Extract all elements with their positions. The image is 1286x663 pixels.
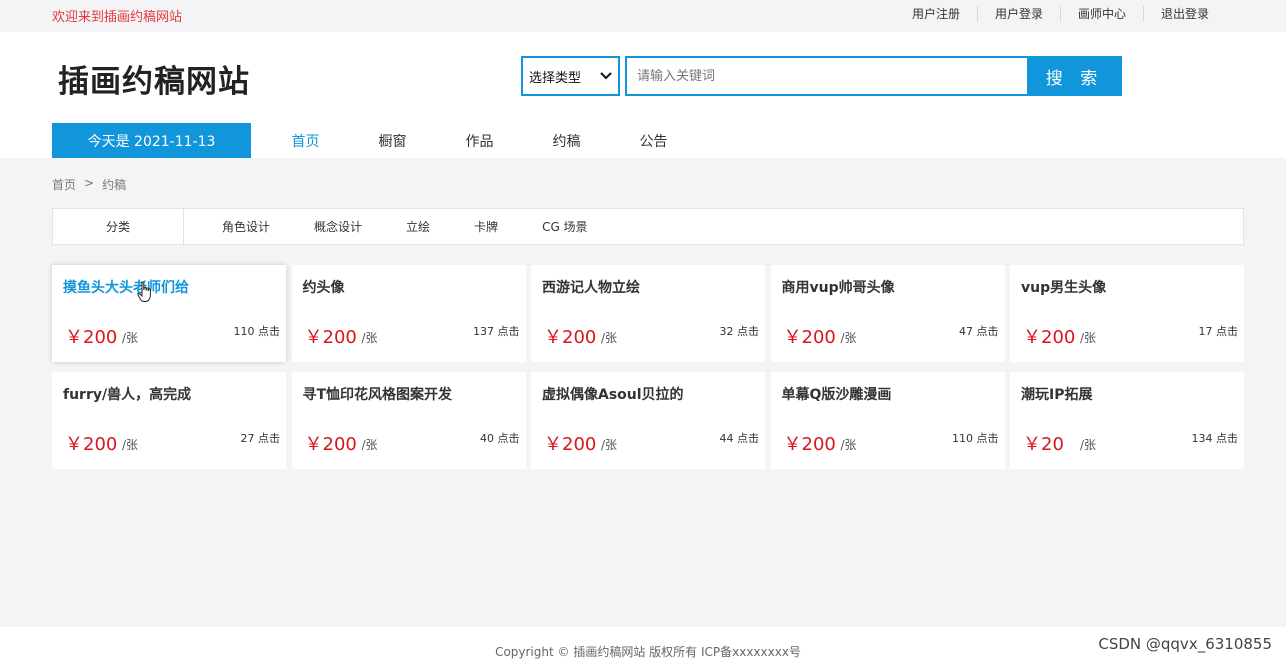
card-title[interactable]: 摸鱼头大头老师们给	[63, 277, 189, 297]
card-unit: /张	[840, 438, 857, 452]
card-title[interactable]: 寻T恤印花风格图案开发	[303, 384, 453, 404]
search-input[interactable]	[637, 68, 1018, 84]
card-price: ￥200	[65, 327, 118, 348]
card-price: ￥200	[783, 434, 836, 455]
commission-card[interactable]: 寻T恤印花风格图案开发 ￥200 /张 40 点击	[291, 372, 526, 469]
category-title: 分类	[53, 209, 184, 244]
nav-item-showcase[interactable]: 橱窗	[349, 123, 436, 158]
commission-card[interactable]: 西游记人物立绘 ￥200 /张 32 点击	[531, 265, 765, 362]
commission-card[interactable]: furry/兽人，高完成 ￥200 /张 27 点击	[52, 372, 286, 469]
category-bar: 分类 角色设计 概念设计 立绘 卡牌 CG 场景	[52, 208, 1244, 245]
card-title[interactable]: 约头像	[303, 277, 345, 297]
card-unit: /张	[122, 438, 139, 452]
nav-item-commission[interactable]: 约稿	[523, 123, 610, 158]
category-concept-design[interactable]: 概念设计	[314, 218, 362, 235]
nav-item-announcement[interactable]: 公告	[610, 123, 697, 158]
card-clicks: 40 点击	[480, 432, 520, 445]
card-unit: /张	[361, 331, 378, 345]
card-clicks: 44 点击	[719, 432, 760, 445]
type-select-value: 选择类型	[529, 70, 582, 86]
card-clicks: 47 点击	[959, 325, 999, 338]
chevron-down-icon	[600, 69, 612, 83]
header: 插画约稿网站 选择类型 搜 索 今天是 2021-11-13 首页 橱窗 作品 …	[0, 32, 1286, 158]
csdn-watermark: CSDN @qqvx_6310855	[1098, 635, 1272, 653]
card-title[interactable]: 商用vup帅哥头像	[782, 277, 895, 297]
site-logo[interactable]: 插画约稿网站	[58, 56, 250, 101]
nav-item-home[interactable]: 首页	[262, 123, 349, 158]
category-illustration[interactable]: 立绘	[406, 218, 430, 235]
commission-grid: 摸鱼头大头老师们给 ￥200 /张 110 点击 约头像 ￥200 /张 137…	[52, 265, 1244, 469]
card-title[interactable]: 潮玩IP拓展	[1021, 384, 1092, 404]
card-price: ￥200	[1023, 327, 1076, 348]
login-link[interactable]: 用户登录	[976, 6, 1060, 22]
card-unit: /张	[601, 331, 618, 345]
category-card[interactable]: 卡牌	[474, 218, 498, 235]
search-box	[625, 56, 1028, 96]
breadcrumb: 首页 > 约稿	[52, 176, 126, 193]
footer: Copyright © 插画约稿网站 版权所有 ICP备xxxxxxxx号 CS…	[0, 627, 1286, 663]
card-clicks: 137 点击	[473, 325, 520, 338]
date-display: 今天是 2021-11-13	[52, 123, 251, 158]
card-price: ￥200	[544, 327, 597, 348]
card-title[interactable]: 单幕Q版沙雕漫画	[782, 384, 892, 404]
card-unit: /张	[840, 331, 857, 345]
card-clicks: 110 点击	[952, 432, 999, 445]
card-unit: /张	[1080, 438, 1097, 452]
welcome-text: 欢迎来到插画约稿网站	[52, 10, 183, 25]
hand-cursor-icon	[137, 281, 151, 302]
commission-card[interactable]: 虚拟偶像Asoul贝拉的 ￥200 /张 44 点击	[531, 372, 765, 469]
category-character-design[interactable]: 角色设计	[222, 218, 270, 235]
type-select[interactable]: 选择类型	[521, 56, 620, 96]
commission-card[interactable]: 摸鱼头大头老师们给 ￥200 /张 110 点击	[52, 265, 286, 362]
card-unit: /张	[122, 331, 139, 345]
commission-card[interactable]: 商用vup帅哥头像 ￥200 /张 47 点击	[770, 265, 1005, 362]
card-title[interactable]: furry/兽人，高完成	[63, 384, 191, 404]
card-price: ￥200	[304, 434, 357, 455]
nav-item-works[interactable]: 作品	[436, 123, 523, 158]
card-price: ￥20	[1023, 434, 1064, 455]
commission-card[interactable]: 约头像 ￥200 /张 137 点击	[291, 265, 526, 362]
artist-center-link[interactable]: 画师中心	[1059, 6, 1143, 22]
breadcrumb-home[interactable]: 首页	[52, 176, 76, 193]
card-title[interactable]: vup男生头像	[1021, 277, 1106, 297]
card-price: ￥200	[304, 327, 357, 348]
breadcrumb-separator: >	[84, 176, 95, 190]
card-price: ￥200	[544, 434, 597, 455]
breadcrumb-current: 约稿	[102, 178, 127, 192]
card-price: ￥200	[65, 434, 118, 455]
card-clicks: 17 点击	[1198, 325, 1239, 338]
card-price: ￥200	[783, 327, 836, 348]
card-title[interactable]: 虚拟偶像Asoul贝拉的	[542, 384, 684, 404]
copyright-text: Copyright © 插画约稿网站 版权所有 ICP备xxxxxxxx号	[495, 645, 801, 659]
card-clicks: 32 点击	[719, 325, 760, 338]
commission-card[interactable]: vup男生头像 ￥200 /张 17 点击	[1010, 265, 1244, 362]
top-links: 用户注册 用户登录 画师中心 退出登录	[895, 6, 1226, 22]
category-cg-scene[interactable]: CG 场景	[542, 218, 588, 235]
logout-link[interactable]: 退出登录	[1142, 6, 1226, 22]
card-clicks: 134 点击	[1191, 432, 1239, 445]
top-bar: 欢迎来到插画约稿网站 用户注册 用户登录 画师中心 退出登录	[0, 0, 1286, 32]
search-button[interactable]: 搜 索	[1027, 56, 1122, 96]
card-clicks: 27 点击	[240, 432, 281, 445]
card-clicks: 110 点击	[233, 325, 281, 338]
main-nav: 首页 橱窗 作品 约稿 公告	[262, 123, 697, 158]
card-unit: /张	[601, 438, 618, 452]
card-title[interactable]: 西游记人物立绘	[542, 277, 640, 297]
card-unit: /张	[361, 438, 378, 452]
card-unit: /张	[1080, 331, 1097, 345]
commission-card[interactable]: 潮玩IP拓展 ￥20 /张 134 点击	[1010, 372, 1244, 469]
register-link[interactable]: 用户注册	[895, 6, 977, 22]
commission-card[interactable]: 单幕Q版沙雕漫画 ￥200 /张 110 点击	[770, 372, 1005, 469]
